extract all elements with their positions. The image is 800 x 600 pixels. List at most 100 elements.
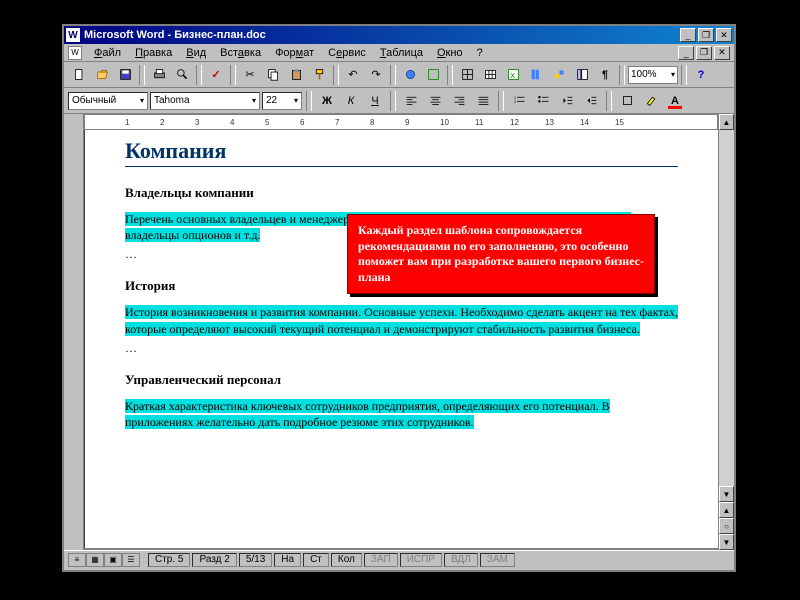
pagelayout-view-button[interactable]: ▣ (104, 553, 122, 567)
font-combo[interactable]: Tahoma (150, 92, 260, 110)
mdi-minimize-button[interactable]: _ (678, 46, 694, 60)
status-rec[interactable]: ЗАП (364, 553, 398, 567)
status-trk[interactable]: ИСПР (400, 553, 442, 567)
help-button[interactable]: ? (690, 65, 712, 85)
highlight-button[interactable] (640, 91, 662, 111)
window-title: Microsoft Word - Бизнес-план.doc (84, 29, 680, 41)
insert-table-button[interactable] (479, 65, 501, 85)
docmap-button[interactable] (571, 65, 593, 85)
svg-text:X: X (510, 71, 515, 80)
normal-view-button[interactable]: ≡ (68, 553, 86, 567)
section2-ellipsis: … (125, 341, 678, 356)
menu-edit[interactable]: Правка (129, 46, 178, 60)
spellcheck-button[interactable]: ✓ (205, 65, 227, 85)
menu-format[interactable]: Формат (269, 46, 320, 60)
menu-table[interactable]: Таблица (374, 46, 429, 60)
document-page[interactable]: Компания Владельцы компании Перечень осн… (84, 130, 718, 548)
zoom-combo[interactable]: 100% (628, 66, 678, 84)
new-doc-button[interactable] (68, 65, 90, 85)
titlebar: W Microsoft Word - Бизнес-план.doc _ ❐ ✕ (64, 26, 734, 44)
paste-button[interactable] (285, 65, 307, 85)
status-pages: 5/13 (239, 553, 272, 567)
bullet-list-button[interactable] (532, 91, 554, 111)
menu-file-label: айл (102, 47, 121, 59)
bold-button[interactable]: Ж (316, 91, 338, 111)
application-window: W Microsoft Word - Бизнес-план.doc _ ❐ ✕… (62, 24, 736, 572)
document-area: 123456789101112131415 Компания Владельцы… (84, 114, 718, 550)
status-ovr[interactable]: ЗАМ (480, 553, 515, 567)
undo-button[interactable]: ↶ (342, 65, 364, 85)
formatting-toolbar: Обычный Tahoma 22 Ж К Ч 12 A (64, 88, 734, 114)
vertical-scrollbar[interactable]: ▲ ▼ ▲ ○ ▼ (718, 114, 734, 550)
style-combo[interactable]: Обычный (68, 92, 148, 110)
numbered-list-button[interactable]: 12 (508, 91, 530, 111)
align-left-button[interactable] (400, 91, 422, 111)
weblayout-view-button[interactable]: ▦ (86, 553, 104, 567)
mdi-restore-button[interactable]: ❐ (696, 46, 712, 60)
vertical-ruler (64, 114, 84, 550)
underline-button[interactable]: Ч (364, 91, 386, 111)
menu-window[interactable]: Окно (431, 46, 469, 60)
minimize-button[interactable]: _ (680, 28, 696, 42)
align-center-button[interactable] (424, 91, 446, 111)
redo-button[interactable]: ↷ (365, 65, 387, 85)
italic-button[interactable]: К (340, 91, 362, 111)
web-toolbar-button[interactable] (422, 65, 444, 85)
doc-title: Компания (125, 138, 678, 167)
menu-view[interactable]: Вид (180, 46, 212, 60)
save-button[interactable] (114, 65, 136, 85)
status-line: Ст (303, 553, 329, 567)
cut-button[interactable]: ✂ (239, 65, 261, 85)
workspace: 123456789101112131415 Компания Владельцы… (64, 114, 734, 550)
print-preview-button[interactable] (171, 65, 193, 85)
font-size-combo[interactable]: 22 (262, 92, 302, 110)
align-right-button[interactable] (448, 91, 470, 111)
status-at: На (274, 553, 301, 567)
menu-file[interactable]: Файл (88, 46, 127, 60)
section2-text: История возникновения и развития компани… (125, 304, 678, 336)
prev-page-button[interactable]: ▲ (719, 502, 734, 518)
tables-borders-button[interactable] (456, 65, 478, 85)
open-button[interactable] (91, 65, 113, 85)
menu-insert[interactable]: Вставка (214, 46, 267, 60)
status-ext[interactable]: ВДЛ (444, 553, 478, 567)
horizontal-ruler: 123456789101112131415 (84, 114, 718, 130)
menu-tools[interactable]: Сервис (322, 46, 372, 60)
svg-text:2: 2 (513, 99, 516, 104)
drawing-button[interactable] (548, 65, 570, 85)
status-page: Стр. 5 (148, 553, 190, 567)
excel-button[interactable]: X (502, 65, 524, 85)
status-col: Кол (331, 553, 362, 567)
scroll-up-button[interactable]: ▲ (719, 114, 734, 130)
hyperlink-button[interactable] (399, 65, 421, 85)
increase-indent-button[interactable] (580, 91, 602, 111)
tooltip-callout: Каждый раздел шаблона сопровождается рек… (347, 214, 655, 294)
menu-help[interactable]: ? (471, 46, 489, 60)
print-button[interactable] (148, 65, 170, 85)
standard-toolbar: ✓ ✂ ↶ ↷ X ¶ 100% ? (64, 62, 734, 88)
close-button[interactable]: ✕ (716, 28, 732, 42)
mdi-close-button[interactable]: ✕ (714, 46, 730, 60)
borders-button[interactable] (616, 91, 638, 111)
scroll-down-button[interactable]: ▼ (719, 486, 734, 502)
word-logo-icon: W (66, 28, 80, 42)
maximize-button[interactable]: ❐ (698, 28, 714, 42)
section3-text: Краткая характеристика ключевых сотрудни… (125, 398, 678, 430)
section1-heading: Владельцы компании (125, 185, 678, 201)
section3-heading: Управленческий персонал (125, 372, 678, 388)
statusbar: ≡ ▦ ▣ ☰ Стр. 5 Разд 2 5/13 На Ст Кол ЗАП… (64, 550, 734, 568)
copy-button[interactable] (262, 65, 284, 85)
columns-button[interactable] (525, 65, 547, 85)
next-page-button[interactable]: ▼ (719, 534, 734, 550)
menubar: W Файл Правка Вид Вставка Формат Сервис … (64, 44, 734, 62)
show-codes-button[interactable]: ¶ (594, 65, 616, 85)
align-justify-button[interactable] (472, 91, 494, 111)
scroll-track[interactable] (719, 130, 734, 486)
outline-view-button[interactable]: ☰ (122, 553, 140, 567)
format-painter-button[interactable] (308, 65, 330, 85)
decrease-indent-button[interactable] (556, 91, 578, 111)
font-color-button[interactable]: A (664, 91, 686, 111)
status-section: Разд 2 (192, 553, 236, 567)
browse-object-button[interactable]: ○ (719, 518, 734, 534)
document-icon[interactable]: W (68, 46, 82, 60)
